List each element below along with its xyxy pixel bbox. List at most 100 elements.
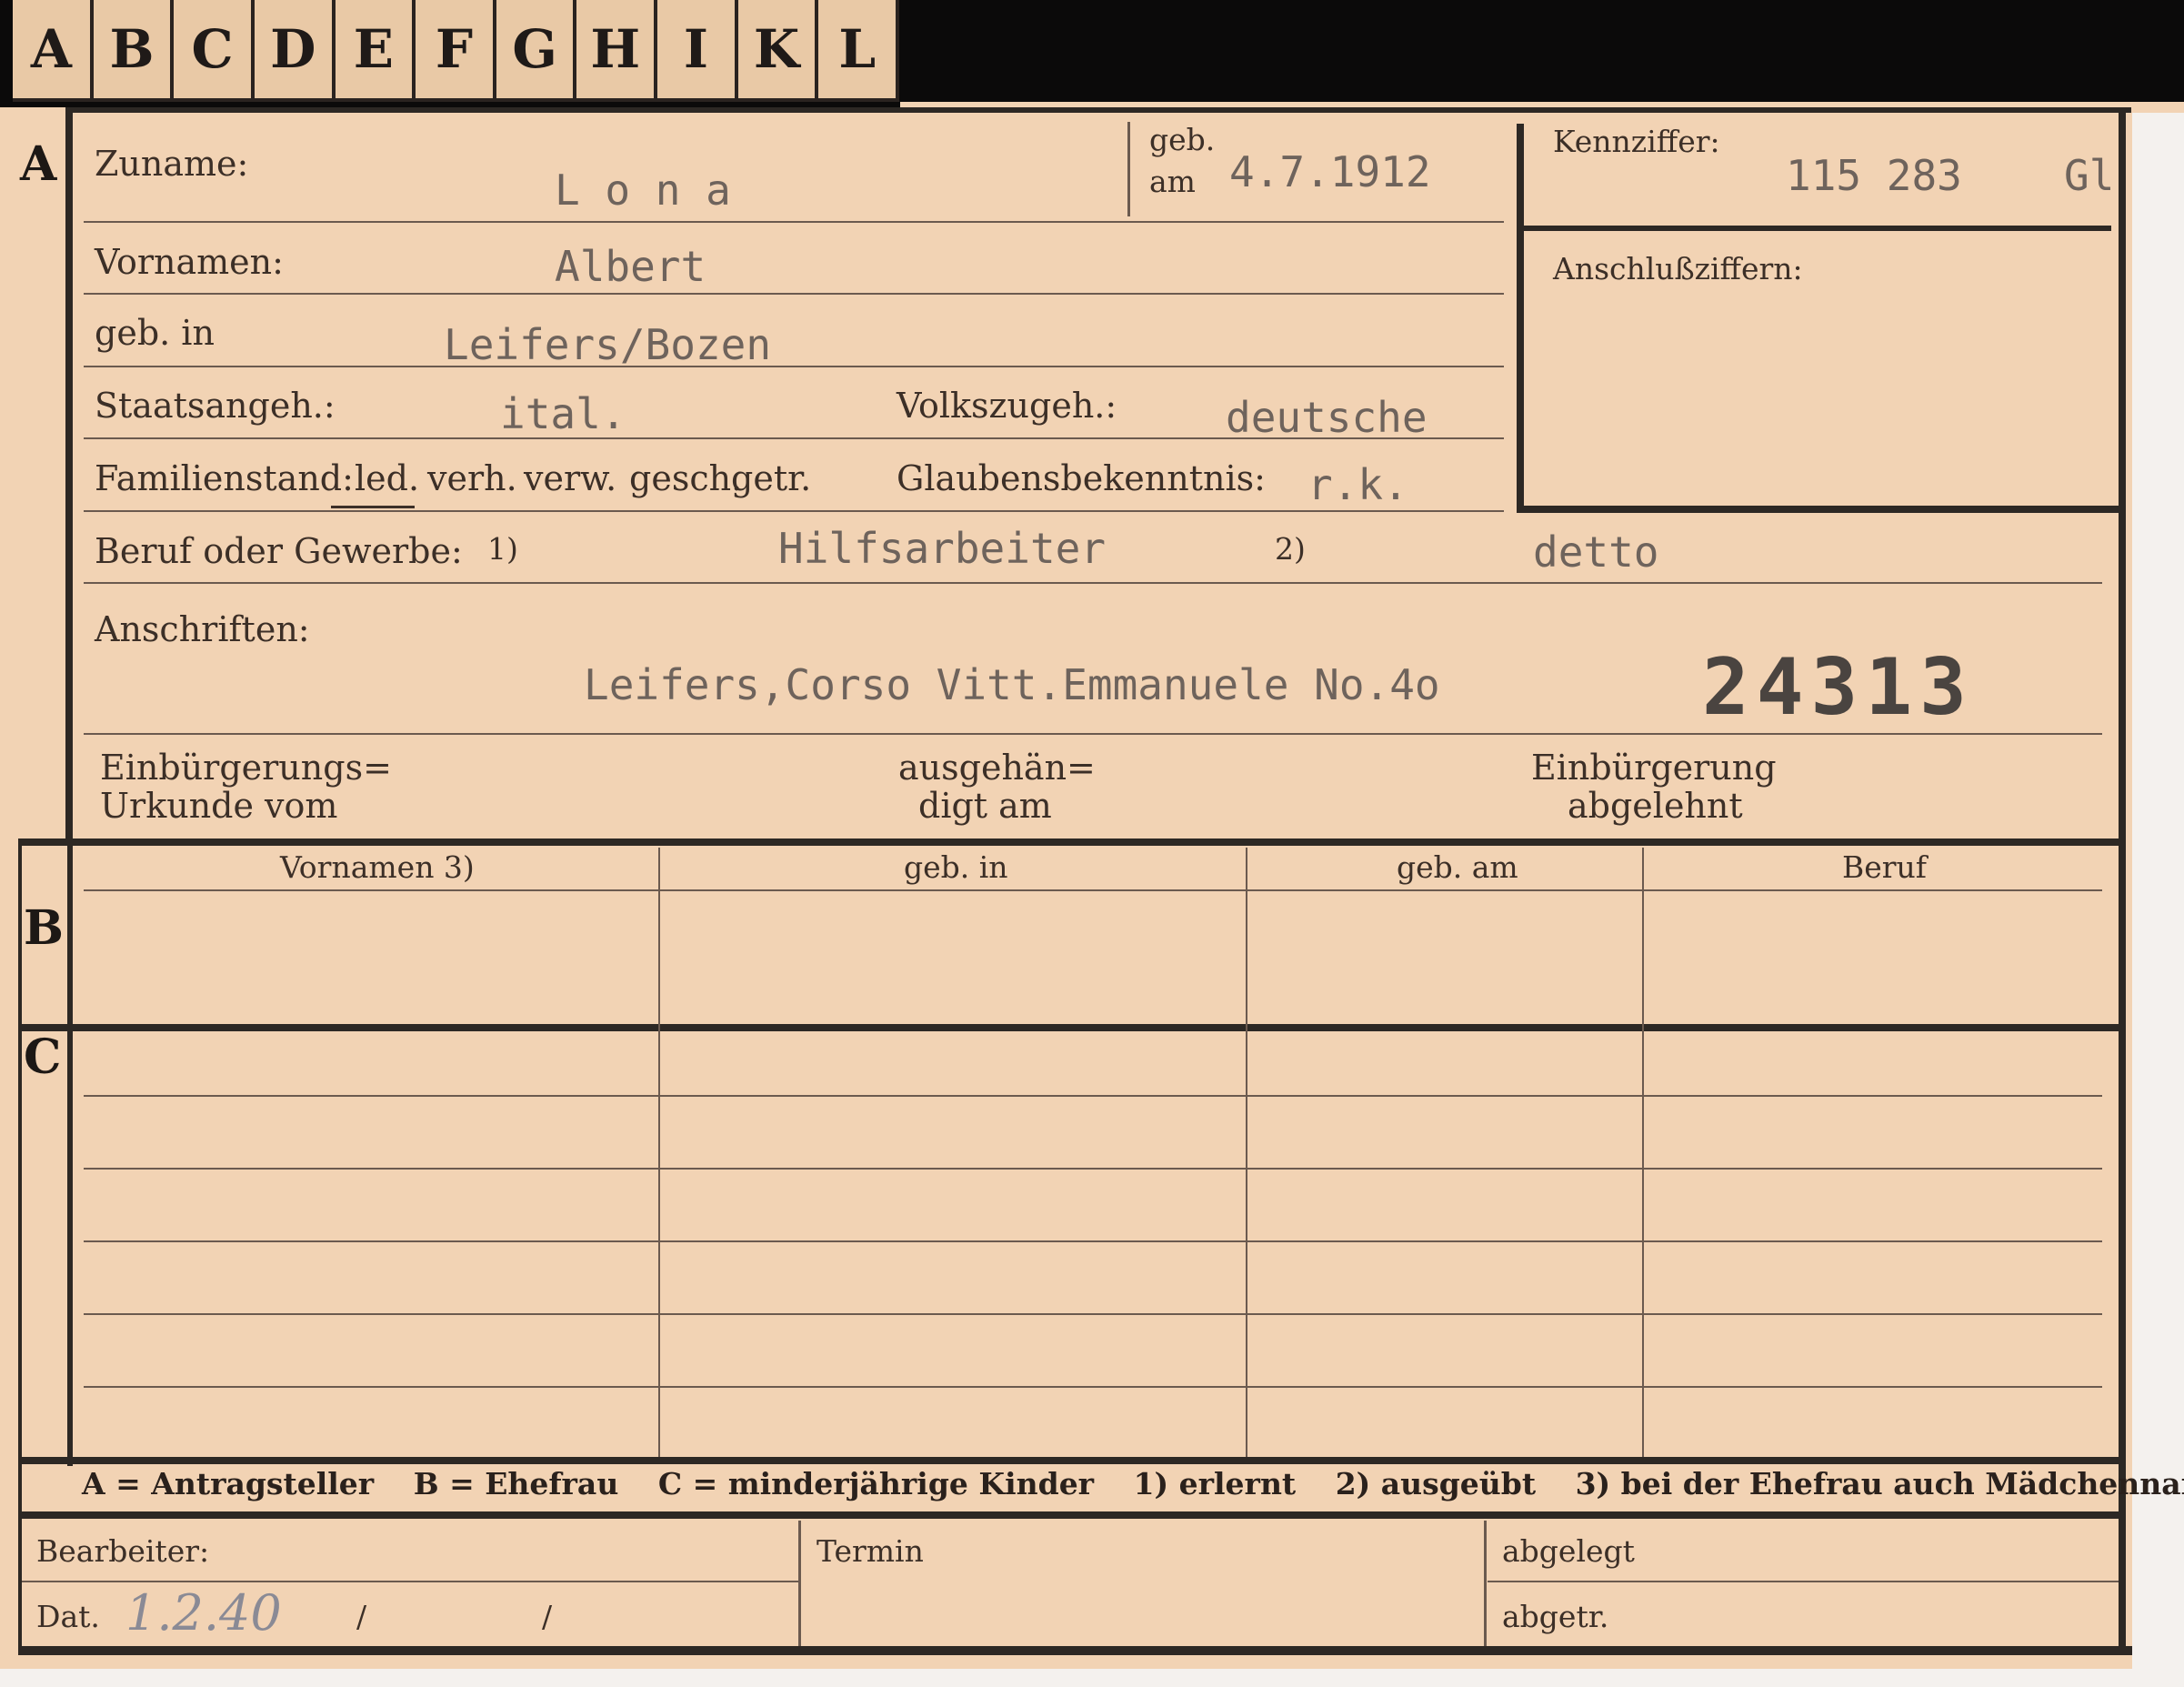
- row-line-vornamen: [84, 293, 1504, 295]
- label-geb-in: geb. in: [95, 313, 215, 353]
- label-staatsangeh: Staatsangeh.:: [95, 386, 336, 426]
- fam-option-gesch: gesch.: [629, 458, 743, 498]
- label-ausgehaendigt-2: digt am: [918, 786, 1052, 826]
- value-volkszugeh: deutsche: [1226, 393, 1428, 442]
- label-anschlussziffern: Anschlußziffern:: [1553, 251, 1803, 286]
- beruf-note-2: 2): [1275, 531, 1306, 567]
- label-einb-abgelehnt-1: Einbürgerung: [1531, 748, 1777, 788]
- divider-legend-footer: [18, 1511, 2119, 1519]
- tab-g[interactable]: G: [496, 0, 577, 102]
- right-border: [2119, 113, 2126, 1653]
- legend-item-note3: 3) bei der Ehefrau auch Mädchenname: [1575, 1466, 2184, 1501]
- index-tabs: A B C D E F G H I K L: [13, 0, 900, 102]
- footer-col-line-1: [798, 1521, 801, 1646]
- registration-card: A B C D E F G H I K L A B C Zuname: L o …: [0, 0, 2184, 1669]
- label-ausgehaendigt-1: ausgehän=: [898, 748, 1096, 788]
- c-row-line-4: [84, 1313, 2102, 1315]
- row-line-beruf: [84, 582, 2102, 584]
- section-c-letter: C: [24, 1029, 62, 1085]
- row-line-anschrift: [84, 733, 2102, 735]
- label-zuname: Zuname:: [95, 144, 249, 184]
- label-beruf: Beruf oder Gewerbe:: [95, 531, 463, 571]
- tab-l[interactable]: L: [818, 0, 900, 102]
- value-glaubensbekenntnis: r.k.: [1307, 460, 1408, 509]
- col-header-geb-in: geb. in: [904, 849, 1008, 885]
- kennziffer-box-divider: [1517, 226, 2111, 231]
- legend-item-b: B = Ehefrau: [413, 1466, 619, 1501]
- date-slash-2: /: [542, 1599, 553, 1634]
- geb-am-separator: [1127, 122, 1130, 216]
- col-header-beruf: Beruf: [1842, 849, 1928, 885]
- label-familienstand: Familienstand:: [95, 458, 354, 498]
- tab-a[interactable]: A: [13, 0, 94, 102]
- label-geb: geb.: [1149, 122, 1216, 157]
- top-border: [69, 107, 2131, 113]
- col-header-vornamen: Vornamen 3): [280, 849, 475, 885]
- tab-d[interactable]: D: [254, 0, 336, 102]
- beruf-note-1: 1): [487, 531, 518, 567]
- tab-k[interactable]: K: [737, 0, 819, 102]
- tab-f[interactable]: F: [416, 0, 496, 102]
- divider-b-c: [18, 1024, 2119, 1031]
- label-vornamen: Vornamen:: [95, 242, 284, 282]
- tab-h[interactable]: H: [576, 0, 658, 102]
- fam-option-verh: verh.: [427, 458, 517, 498]
- label-anschriften: Anschriften:: [95, 609, 310, 649]
- label-dat: Dat.: [36, 1599, 100, 1634]
- value-vornamen: Albert: [555, 242, 706, 291]
- fam-option-verw: verw.: [524, 458, 617, 498]
- tab-e[interactable]: E: [335, 0, 416, 102]
- c-row-line-2: [84, 1168, 2102, 1170]
- footer-col-line-2: [1484, 1521, 1487, 1646]
- tab-b[interactable]: B: [93, 0, 175, 102]
- value-zuname: L o n a: [555, 166, 731, 215]
- fam-option-getr: getr.: [731, 458, 812, 498]
- section-b-letter: B: [24, 900, 64, 956]
- col-line-3: [1642, 848, 1644, 1457]
- divider-c-legend: [18, 1457, 2119, 1464]
- c-row-line-1: [84, 1095, 2102, 1097]
- label-glaubensbekenntnis: Glaubensbekenntnis:: [897, 458, 1266, 498]
- col-line-2: [1246, 848, 1247, 1457]
- legend-item-note2: 2) ausgeübt: [1335, 1466, 1537, 1501]
- left-border-a: [65, 107, 73, 846]
- value-anschrift: Leifers,Corso Vitt.Emmanuele No.4o: [584, 660, 1440, 709]
- label-bearbeiter: Bearbeiter:: [36, 1533, 210, 1569]
- label-einb-urkunde-2: Urkunde vom: [100, 786, 338, 826]
- row-line-familie: [84, 510, 1504, 512]
- kennziffer-box-bottom: [1517, 506, 2119, 513]
- value-beruf-erlernt: Hilfsarbeiter: [778, 524, 1107, 573]
- fam-option-led: led.: [355, 458, 420, 498]
- tab-i[interactable]: I: [657, 0, 738, 102]
- date-slash-1: /: [356, 1599, 367, 1634]
- header-line-b: [84, 889, 2102, 891]
- value-kennziffer: 115 283: [1786, 151, 1962, 200]
- legend-item-c: C = minderjährige Kinder: [657, 1466, 1095, 1501]
- label-termin: Termin: [816, 1533, 924, 1569]
- label-volkszugeh: Volkszugeh.:: [897, 386, 1117, 426]
- section-a-letter: A: [20, 136, 57, 192]
- value-staatsangeh: ital.: [500, 389, 626, 438]
- row-line-zuname: [84, 221, 1504, 223]
- label-einb-abgelehnt-2: abgelehnt: [1568, 786, 1743, 826]
- value-geb-am: 4.7.1912: [1229, 147, 1431, 196]
- divider-a-b: [18, 838, 2119, 846]
- fam-led-underline: [331, 506, 415, 508]
- tab-c[interactable]: C: [174, 0, 255, 102]
- value-number: 24313: [1702, 642, 1974, 733]
- value-geb-in: Leifers/Bozen: [444, 320, 772, 369]
- bottom-border: [18, 1646, 2132, 1655]
- footer-row-line-left: [22, 1581, 798, 1582]
- col-line-1: [658, 848, 660, 1457]
- row-line-gebin: [84, 366, 1504, 367]
- label-kennziffer: Kennziffer:: [1553, 124, 1720, 159]
- c-row-line-5: [84, 1386, 2102, 1388]
- legend-item-a: A = Antragsteller: [82, 1466, 375, 1501]
- label-einb-urkunde-1: Einbürgerungs=: [100, 748, 392, 788]
- footer-row-line-right: [1488, 1581, 2119, 1582]
- kennziffer-box-left: [1517, 124, 1524, 513]
- outer-left-edge: [18, 846, 22, 1653]
- label-abgelegt: abgelegt: [1502, 1533, 1635, 1569]
- value-beruf-ausgeuebt: detto: [1533, 527, 1659, 577]
- col-header-geb-am: geb. am: [1397, 849, 1518, 885]
